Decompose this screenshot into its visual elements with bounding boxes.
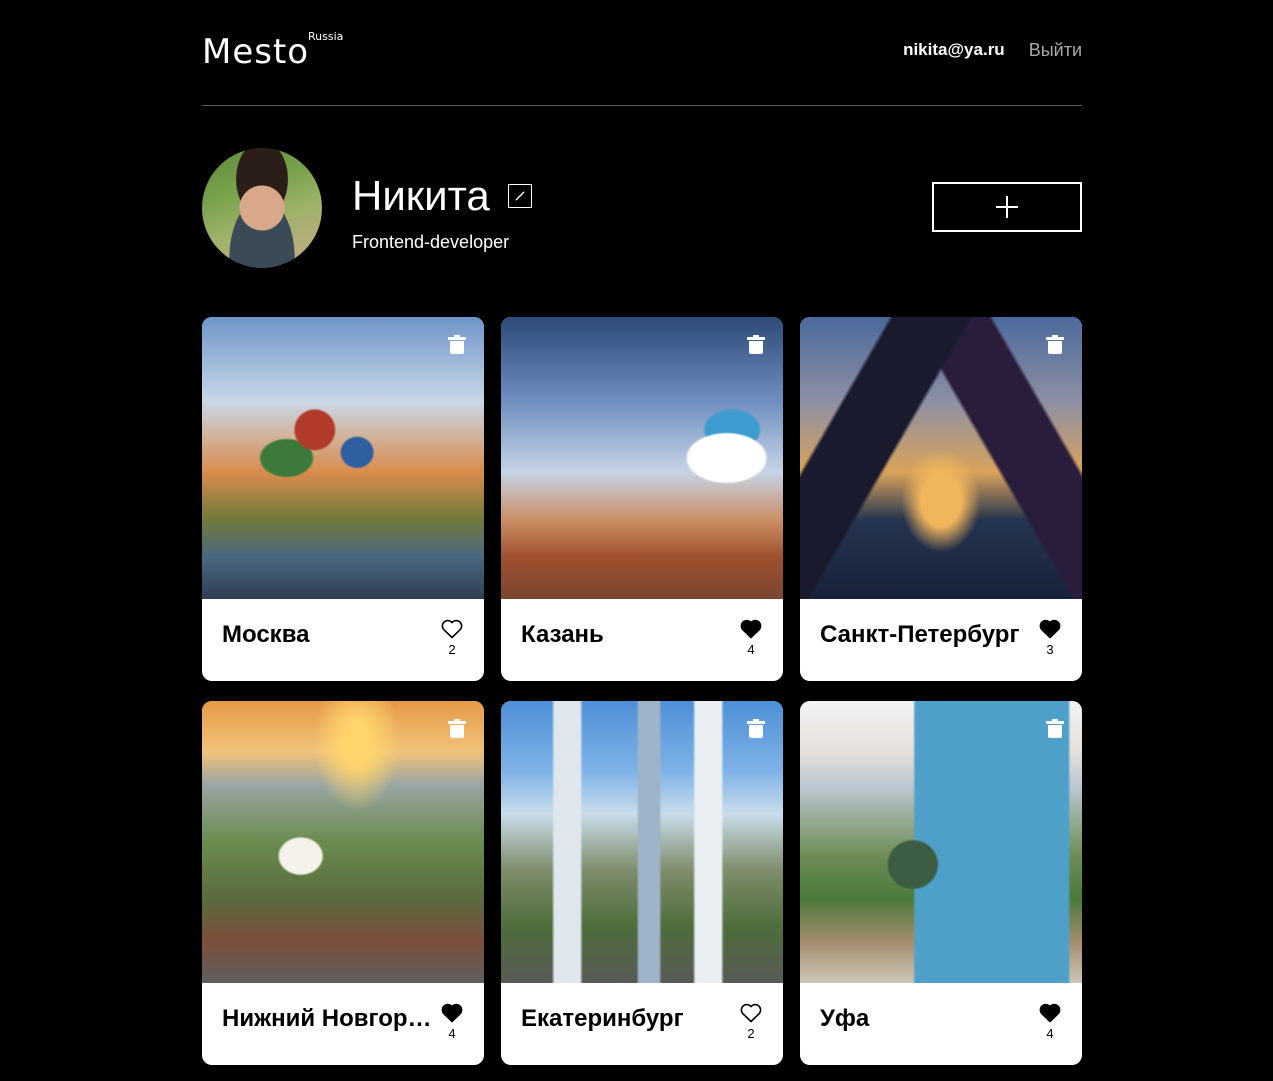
trash-icon[interactable] — [747, 335, 765, 355]
card: Уфа 4 — [800, 701, 1082, 1065]
profile-about: Frontend-developer — [352, 232, 510, 252]
header-user-menu: nikita@ya.ru Выйти — [903, 40, 1082, 61]
logo-subtitle: Russia — [308, 30, 344, 43]
card-image[interactable] — [800, 317, 1082, 599]
like-group: 4 — [440, 1003, 464, 1041]
like-count: 2 — [747, 1026, 755, 1041]
card-image[interactable] — [501, 317, 783, 599]
like-count: 2 — [448, 642, 456, 657]
page: Mesto Russia nikita@ya.ru Выйти Никита F… — [202, 0, 1082, 317]
trash-icon[interactable] — [1046, 719, 1064, 739]
profile-info: Никита Frontend-developer — [352, 172, 532, 253]
card: Екатеринбург 2 — [501, 701, 783, 1065]
card-footer: Санкт-Петербург 3 — [800, 599, 1082, 681]
heart-filled-icon[interactable] — [740, 619, 762, 639]
user-email: nikita@ya.ru — [903, 40, 1005, 59]
card-title: Уфа — [820, 1005, 870, 1032]
trash-icon[interactable] — [1046, 335, 1064, 355]
card-image[interactable] — [800, 701, 1082, 983]
card-image[interactable] — [501, 701, 783, 983]
like-count: 4 — [747, 642, 755, 657]
card-title: Нижний Новгород — [222, 1005, 432, 1032]
card: Москва 2 — [202, 317, 484, 681]
trash-icon[interactable] — [747, 719, 765, 739]
like-group: 4 — [1038, 1003, 1062, 1041]
trash-icon[interactable] — [448, 719, 466, 739]
card-image[interactable] — [202, 317, 484, 599]
heart-filled-icon[interactable] — [441, 1003, 463, 1023]
like-group: 2 — [739, 1003, 763, 1041]
card-title: Екатеринбург — [521, 1005, 684, 1032]
heart-filled-icon[interactable] — [1039, 619, 1061, 639]
avatar[interactable] — [202, 148, 322, 268]
card-footer: Нижний Новгород 4 — [202, 983, 484, 1065]
plus-icon — [996, 196, 1018, 218]
like-group: 4 — [739, 619, 763, 657]
card: Санкт-Петербург 3 — [800, 317, 1082, 681]
heart-outline-icon[interactable] — [441, 619, 463, 639]
like-group: 3 — [1038, 619, 1062, 657]
like-group: 2 — [440, 619, 464, 657]
card: Казань 4 — [501, 317, 783, 681]
card-footer: Казань 4 — [501, 599, 783, 681]
pencil-icon — [515, 191, 525, 201]
trash-icon[interactable] — [448, 335, 466, 355]
profile-name: Никита — [352, 172, 490, 219]
like-count: 4 — [448, 1026, 456, 1041]
card: Нижний Новгород 4 — [202, 701, 484, 1065]
add-card-button[interactable] — [932, 182, 1082, 232]
card-footer: Екатеринбург 2 — [501, 983, 783, 1065]
card-footer: Уфа 4 — [800, 983, 1082, 1065]
heart-outline-icon[interactable] — [740, 1003, 762, 1023]
profile: Никита Frontend-developer — [202, 106, 1082, 317]
like-count: 4 — [1046, 1026, 1054, 1041]
cards-grid: Москва 2 Казань 4 Санкт-Петербург 3 Нижн… — [202, 317, 1082, 1065]
card-title: Москва — [222, 621, 310, 648]
card-image[interactable] — [202, 701, 484, 983]
card-title: Санкт-Петербург — [820, 621, 1020, 648]
logo-text: Mesto — [202, 32, 310, 72]
logo: Mesto Russia — [202, 30, 343, 74]
logout-link[interactable]: Выйти — [1029, 40, 1082, 61]
header: Mesto Russia nikita@ya.ru Выйти — [202, 0, 1082, 106]
profile-name-row: Никита — [352, 172, 532, 220]
card-footer: Москва 2 — [202, 599, 484, 681]
heart-filled-icon[interactable] — [1039, 1003, 1061, 1023]
edit-profile-button[interactable] — [507, 184, 532, 208]
like-count: 3 — [1046, 642, 1054, 657]
card-title: Казань — [521, 621, 604, 648]
